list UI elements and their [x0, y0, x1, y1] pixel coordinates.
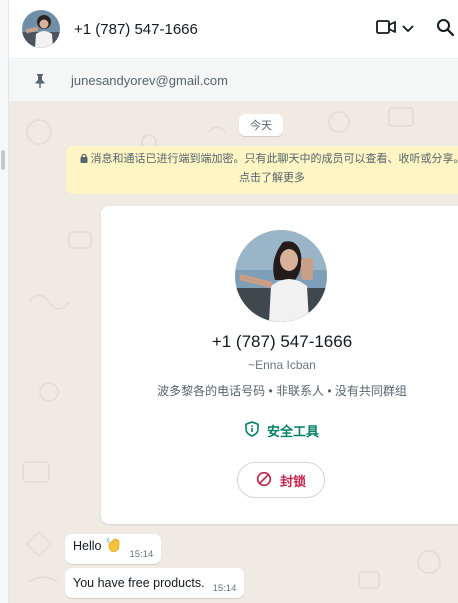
scrollbar-thumb[interactable]	[1, 150, 5, 170]
contact-phone: +1 (787) 547-1666	[211, 332, 353, 351]
lock-icon	[80, 151, 88, 169]
message-timestamp: 15:14	[212, 583, 237, 594]
incoming-message[interactable]: You have free products. 15:14	[65, 568, 245, 598]
message-text: Hello	[73, 539, 102, 553]
contact-push-name: ~Enna Icban	[248, 358, 316, 372]
encryption-notice-text: 消息和通话已进行端到端加密。只有此聊天中的成员可以查看、收听或分享。点击了解更多	[90, 153, 458, 184]
pin-icon	[33, 73, 47, 89]
contact-title[interactable]: +1 (787) 547-1666	[74, 21, 376, 38]
contact-info-line: 波多黎各的电话号码 • 非联系人 • 没有共同群组	[157, 384, 407, 398]
chat-area[interactable]: 今天 消息和通话已进行端到端加密。只有此聊天中的成员可以查看、收听或分享。点击了…	[9, 102, 458, 603]
contact-avatar[interactable]	[22, 10, 60, 48]
contact-profile-photo[interactable]	[235, 230, 327, 322]
wave-emoji-icon	[106, 537, 122, 556]
chat-header[interactable]: +1 (787) 547-1666	[9, 0, 458, 59]
search-button[interactable]	[436, 18, 455, 41]
chevron-down-icon	[402, 20, 414, 38]
shield-icon	[245, 421, 267, 440]
block-icon	[256, 471, 280, 490]
video-call-button[interactable]	[376, 19, 414, 40]
date-chip: 今天	[239, 114, 283, 136]
left-panel-edge	[0, 0, 9, 603]
pinned-message-bar[interactable]: junesandyorev@gmail.com	[9, 60, 458, 102]
safety-tools-label: 安全工具	[266, 424, 319, 439]
block-label: 封锁	[279, 473, 306, 489]
search-icon	[436, 18, 455, 40]
message-timestamp: 15:14	[129, 549, 154, 560]
incoming-message[interactable]: Hello 15:14	[65, 534, 162, 564]
pinned-message-text: junesandyorev@gmail.com	[71, 73, 228, 88]
block-button[interactable]: 封锁	[237, 462, 325, 498]
message-content: Hello	[73, 530, 122, 564]
encryption-notice[interactable]: 消息和通话已进行端到端加密。只有此聊天中的成员可以查看、收听或分享。点击了解更多	[66, 146, 458, 194]
contact-info-card: +1 (787) 547-1666 ~Enna Icban 波多黎各的电话号码 …	[101, 206, 458, 524]
safety-tools-button[interactable]: 安全工具	[101, 421, 458, 440]
message-text: You have free products.	[73, 576, 205, 590]
video-call-icon	[376, 19, 396, 40]
